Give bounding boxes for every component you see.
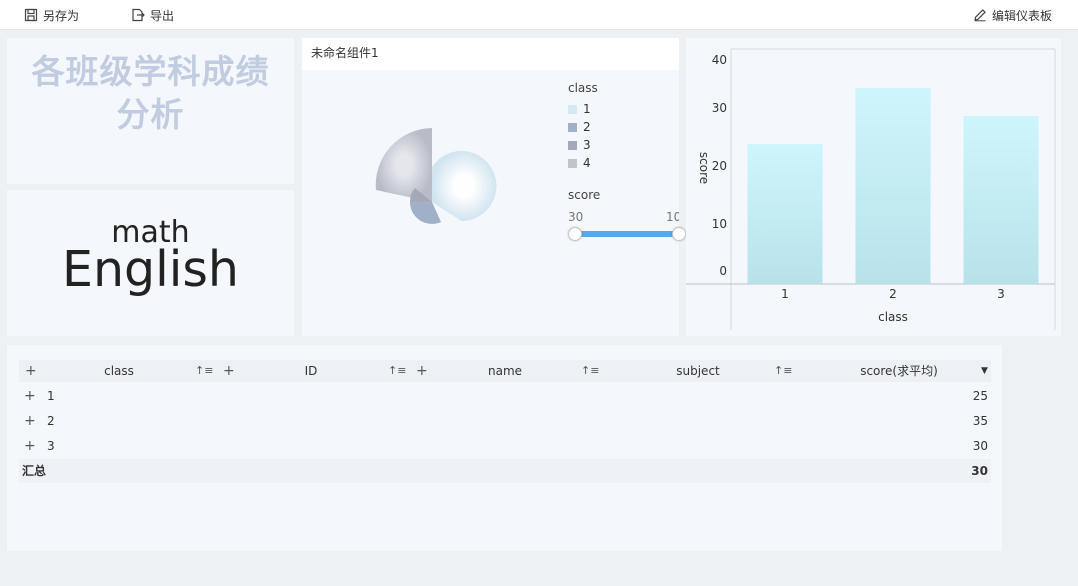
legend-label: 1: [583, 102, 591, 116]
rose-legend-item-4[interactable]: 4: [568, 156, 591, 170]
expand-name-icon[interactable]: +: [416, 360, 428, 382]
legend-label: 3: [583, 138, 591, 152]
rose-chart: [375, 128, 497, 224]
rose-legend-item-2[interactable]: 2: [568, 120, 591, 134]
column-header-id[interactable]: ID: [251, 360, 371, 382]
sort-icon[interactable]: ↑≡: [581, 364, 599, 378]
size-range-handle-max[interactable]: [672, 227, 686, 241]
table-cell-score: 30: [972, 439, 988, 453]
save-as-label: 另存为: [43, 8, 80, 23]
table-total-label: 汇总: [22, 464, 47, 478]
pencil-icon: [974, 9, 986, 22]
table-total-row: 汇总 30: [19, 459, 991, 483]
column-header-class[interactable]: class: [59, 360, 179, 382]
export-icon: [132, 8, 145, 22]
size-range-handle-min[interactable]: [568, 227, 582, 241]
sort-icon[interactable]: ↑≡: [195, 364, 213, 378]
sort-icon[interactable]: ↑≡: [774, 364, 792, 378]
column-header-name[interactable]: name: [445, 360, 565, 382]
expand-row-icon[interactable]: +: [24, 409, 36, 433]
save-as-button[interactable]: 另存为: [24, 0, 79, 30]
table-cell-class: 2: [47, 414, 55, 428]
bar-class-3[interactable]: [963, 116, 1039, 284]
bar-class-2[interactable]: [855, 88, 931, 284]
legend-label: 2: [583, 120, 591, 134]
dashboard-title: 各班级学科成绩 分析: [7, 50, 294, 136]
table-cell-class: 1: [47, 389, 55, 403]
pivot-table-card: + class ↑≡ + ID ↑≡ + name ↑≡ subject ↑≡ …: [7, 345, 1002, 551]
size-range-min: 30: [568, 210, 584, 224]
table-header: + class ↑≡ + ID ↑≡ + name ↑≡ subject ↑≡ …: [19, 360, 991, 382]
legend-swatch: [568, 140, 577, 150]
y-tick-label: 40: [712, 53, 727, 67]
chevron-down-icon[interactable]: ▼: [981, 360, 988, 382]
wordcloud-card: math English: [7, 190, 294, 336]
y-tick-label: 20: [712, 159, 727, 173]
rose-legend-item-3[interactable]: 3: [568, 138, 591, 152]
table-cell-score: 25: [972, 389, 988, 403]
y-tick-label: 30: [712, 101, 727, 115]
title-card: 各班级学科成绩 分析: [7, 38, 294, 184]
dashboard-title-line2: 分析: [116, 95, 185, 134]
y-tick-label: 0: [719, 264, 727, 278]
export-button[interactable]: 导出: [131, 0, 174, 30]
rose-slice-class-2[interactable]: [410, 202, 441, 224]
table-cell-class: 3: [47, 439, 55, 453]
toolbar: 另存为 导出 编辑仪表板: [0, 0, 1078, 30]
x-tick-label: 2: [889, 287, 897, 301]
bar-chart-card: 0 10 20 30 40 score 1 2 3 class: [686, 38, 1061, 336]
expand-class-icon[interactable]: +: [25, 360, 37, 382]
y-tick-label: 10: [712, 217, 727, 231]
size-range-slider-track[interactable]: [574, 231, 679, 237]
save-icon: [24, 8, 38, 22]
column-header-score[interactable]: score(求平均): [819, 360, 979, 382]
legend-swatch: [568, 104, 577, 114]
expand-id-icon[interactable]: +: [223, 360, 235, 382]
legend-swatch: [568, 158, 577, 168]
size-legend-title: score: [568, 188, 601, 202]
table-total-score: 30: [971, 464, 988, 478]
table-row: + 1 25: [19, 384, 991, 408]
wordcloud-word-english: English: [62, 241, 239, 298]
table-row: + 3 30: [19, 434, 991, 458]
legend-label: 4: [583, 156, 591, 170]
rose-chart-title: 未命名组件1: [302, 38, 679, 70]
rose-legend-item-1[interactable]: 1: [568, 102, 591, 116]
expand-row-icon[interactable]: +: [24, 384, 36, 408]
edit-dashboard-button[interactable]: 编辑仪表板: [973, 0, 1052, 30]
dashboard-title-line1: 各班级学科成绩: [31, 52, 270, 91]
table-row: + 2 35: [19, 409, 991, 433]
size-range-max: 100: [666, 210, 679, 224]
x-tick-label: 3: [997, 287, 1005, 301]
sort-icon[interactable]: ↑≡: [388, 364, 406, 378]
column-header-subject[interactable]: subject: [638, 360, 758, 382]
legend-swatch: [568, 122, 577, 132]
x-axis-title: class: [878, 310, 908, 324]
expand-row-icon[interactable]: +: [24, 434, 36, 458]
export-label: 导出: [150, 8, 175, 23]
bar-chart: 0 10 20 30 40 score 1 2 3 class: [686, 48, 1056, 330]
edit-dashboard-label: 编辑仪表板: [992, 8, 1053, 23]
y-axis-title: score: [697, 152, 711, 184]
rose-slice-class-1[interactable]: [432, 151, 497, 221]
table-cell-score: 35: [972, 414, 988, 428]
bar-class-1[interactable]: [747, 144, 823, 284]
rose-legend-title: class: [568, 81, 598, 95]
rose-chart-card: 未命名组件1 class 1 2 3 4 score 30 10: [302, 38, 686, 336]
x-tick-label: 1: [781, 287, 789, 301]
rose-slice-class-4[interactable]: [375, 128, 432, 202]
